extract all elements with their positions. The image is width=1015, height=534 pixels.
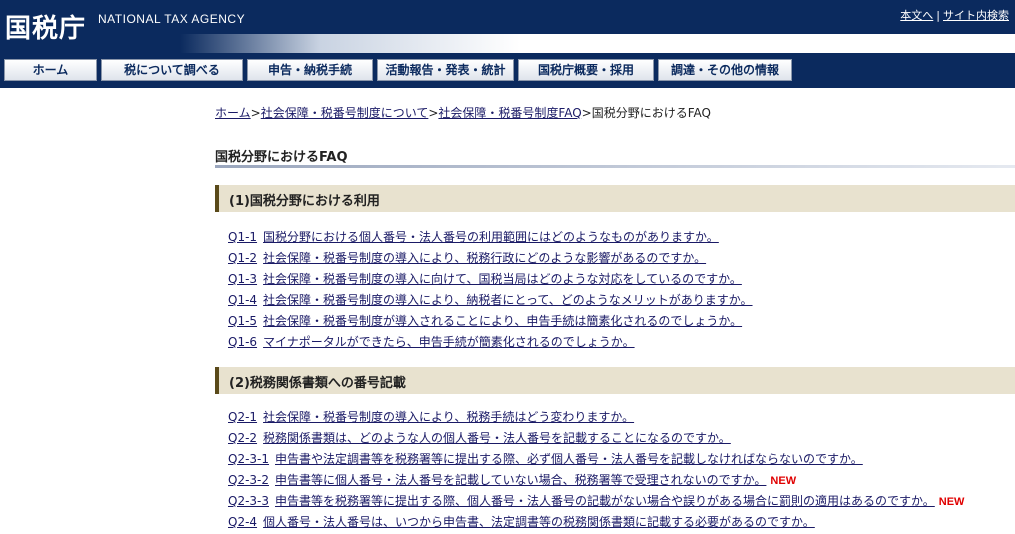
new-badge: NEW <box>938 496 965 508</box>
section-title: (2)税務関係書類への番号記載 <box>229 376 406 391</box>
breadcrumb-mynumber[interactable]: 社会保障・税番号制度について <box>261 106 429 120</box>
breadcrumb-home[interactable]: ホーム <box>215 106 251 120</box>
new-badge: NEW <box>770 475 797 487</box>
list-item: Q2-4 個人番号・法人番号は、いつから申告書、法定調書等の税務関係書類に記載する… <box>228 513 964 534</box>
list-item: Q1-6 マイナポータルができたら、申告手続が簡素化されるのでしょうか。 <box>228 333 753 354</box>
skip-to-content-link[interactable]: 本文へ <box>900 9 933 22</box>
list-item: Q1-4 社会保障・税番号制度の導入により、納税者にとって、どのようなメリットがあ… <box>228 291 753 312</box>
list-item: Q1-2 社会保障・税番号制度の導入により、税務行政にどのような影響があるのですか… <box>228 249 753 270</box>
list-item: Q2-1 社会保障・税番号制度の導入により、税務手続はどう変わりますか。 <box>228 408 964 429</box>
breadcrumb-faq[interactable]: 社会保障・税番号制度FAQ <box>438 106 581 120</box>
breadcrumb-current: 国税分野におけるFAQ <box>591 106 711 120</box>
breadcrumb-separator: > <box>250 106 261 120</box>
list-item: Q2-3-2 申告書等に個人番号・法人番号を記載していない場合、税務署等で受理され… <box>228 471 964 492</box>
list-item: Q1-1 国税分野における個人番号・法人番号の利用範囲にはどのようなものがあります… <box>228 228 753 249</box>
list-item: Q2-2 税務関係書類は、どのような人の個人番号・法人番号を記載することになるので… <box>228 429 964 450</box>
faq-link[interactable]: Q2-2 税務関係書類は、どのような人の個人番号・法人番号を記載することになるので… <box>228 431 731 445</box>
nav-procurement-other[interactable]: 調達・その他の情報 <box>658 59 792 81</box>
nav-reports-statistics[interactable]: 活動報告・発表・統計 <box>377 59 514 81</box>
faq-link[interactable]: Q2-3-2 申告書等に個人番号・法人番号を記載していない場合、税務署等で受理され… <box>228 473 766 487</box>
nav-filing-payment[interactable]: 申告・納税手続 <box>247 59 373 81</box>
nav-home[interactable]: ホーム <box>4 59 97 81</box>
site-search-link[interactable]: サイト内検索 <box>943 9 1009 22</box>
faq-link[interactable]: Q1-1 国税分野における個人番号・法人番号の利用範囲にはどのようなものがあります… <box>228 230 719 244</box>
site-header: 国税庁 NATIONAL TAX AGENCY 本文へ | サイト内検索 <box>0 0 1015 53</box>
nav-agency-recruitment[interactable]: 国税庁概要・採用 <box>518 59 654 81</box>
faq-list-usage: Q1-1 国税分野における個人番号・法人番号の利用範囲にはどのようなものがあります… <box>228 228 753 354</box>
section-header-number-entry: (2)税務関係書類への番号記載 <box>215 367 1015 394</box>
page-title: 国税分野におけるFAQ <box>215 150 348 165</box>
utility-separator: | <box>936 9 940 22</box>
faq-link[interactable]: Q1-4 社会保障・税番号制度の導入により、納税者にとって、どのようなメリットがあ… <box>228 293 753 307</box>
global-nav: ホーム 税について調べる 申告・納税手続 活動報告・発表・統計 国税庁概要・採用… <box>0 53 1015 88</box>
faq-link[interactable]: Q1-2 社会保障・税番号制度の導入により、税務行政にどのような影響があるのですか… <box>228 251 706 265</box>
section-title: (1)国税分野における利用 <box>229 194 380 209</box>
list-item: Q2-3-3 申告書等を税務署等に提出する際、個人番号・法人番号の記載がない場合や… <box>228 492 964 513</box>
faq-link[interactable]: Q1-6 マイナポータルができたら、申告手続が簡素化されるのでしょうか。 <box>228 335 635 349</box>
list-item: Q2-3-1 申告書や法定調書等を税務署等に提出する際、必ず個人番号・法人番号を記… <box>228 450 964 471</box>
breadcrumb: ホーム>社会保障・税番号制度について>社会保障・税番号制度FAQ>国税分野におけ… <box>215 104 711 121</box>
nav-tax-info[interactable]: 税について調べる <box>101 59 243 81</box>
faq-link[interactable]: Q2-4 個人番号・法人番号は、いつから申告書、法定調書等の税務関係書類に記載する… <box>228 515 815 529</box>
faq-link[interactable]: Q1-5 社会保障・税番号制度が導入されることにより、申告手続は簡素化されるのでし… <box>228 314 742 328</box>
utility-links: 本文へ | サイト内検索 <box>900 7 1009 23</box>
faq-link[interactable]: Q2-3-3 申告書等を税務署等に提出する際、個人番号・法人番号の記載がない場合や… <box>228 494 935 508</box>
faq-link[interactable]: Q2-3-1 申告書や法定調書等を税務署等に提出する際、必ず個人番号・法人番号を記… <box>228 452 863 466</box>
breadcrumb-separator: > <box>581 106 592 120</box>
section-header-usage: (1)国税分野における利用 <box>215 185 1015 212</box>
faq-link[interactable]: Q2-1 社会保障・税番号制度の導入により、税務手続はどう変わりますか。 <box>228 410 634 424</box>
faq-list-number-entry: Q2-1 社会保障・税番号制度の導入により、税務手続はどう変わりますか。 Q2-2… <box>228 408 964 534</box>
site-logo-english: NATIONAL TAX AGENCY <box>98 12 246 26</box>
breadcrumb-separator: > <box>428 106 439 120</box>
list-item: Q1-3 社会保障・税番号制度の導入に向けて、国税当局はどのような対応をしているの… <box>228 270 753 291</box>
site-logo[interactable]: 国税庁 <box>5 8 86 45</box>
faq-link[interactable]: Q1-3 社会保障・税番号制度の導入に向けて、国税当局はどのような対応をしているの… <box>228 272 742 286</box>
title-underline <box>215 165 1015 168</box>
list-item: Q1-5 社会保障・税番号制度が導入されることにより、申告手続は簡素化されるのでし… <box>228 312 753 333</box>
